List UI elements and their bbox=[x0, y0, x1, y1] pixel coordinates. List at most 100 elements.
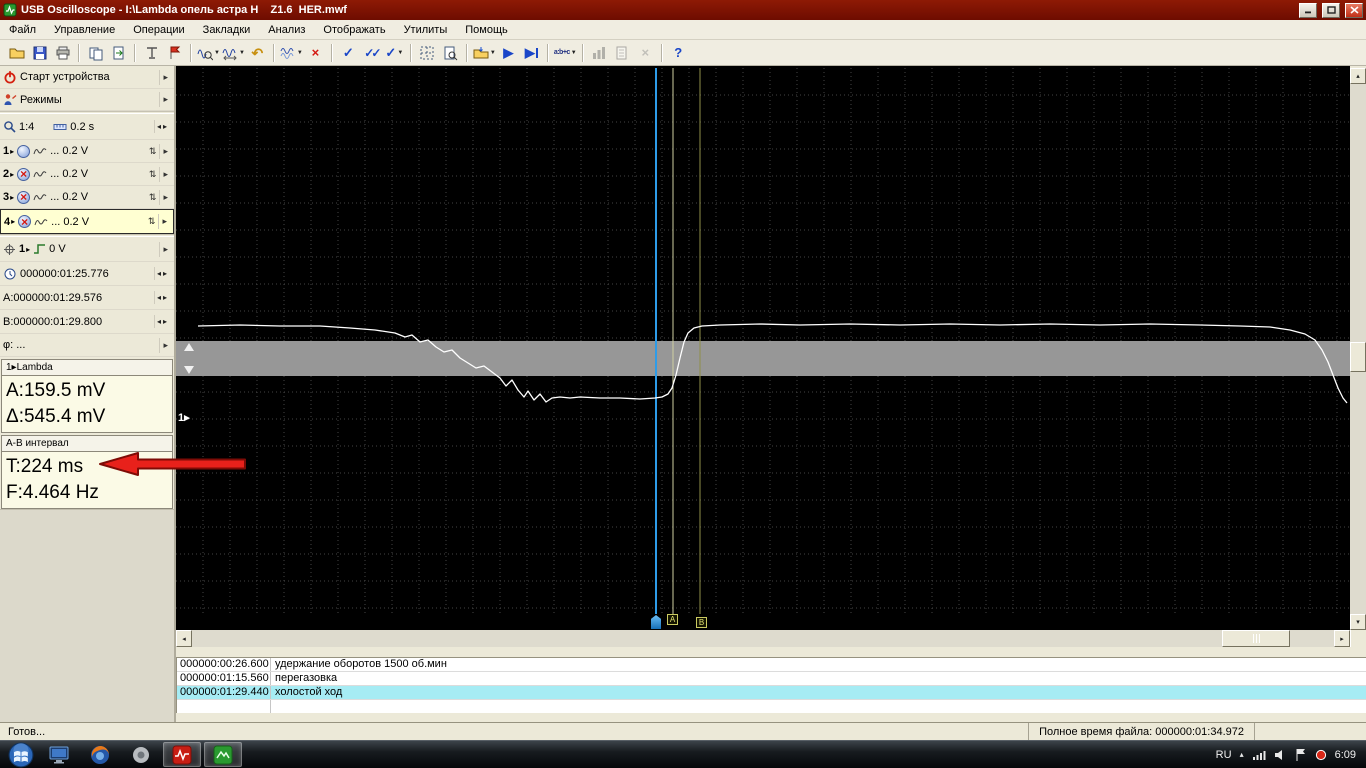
dropdown-icon[interactable]: ▼ bbox=[297, 50, 303, 56]
taskbar-clock[interactable]: 6:09 bbox=[1335, 749, 1356, 761]
channel-ground-marker[interactable]: 1▸ bbox=[178, 411, 190, 424]
title-bar[interactable]: USB Oscilloscope - I:\Lambda опель астра… bbox=[0, 0, 1366, 20]
export-button[interactable] bbox=[107, 42, 130, 64]
maximize-button[interactable] bbox=[1322, 3, 1340, 18]
dropdown-icon[interactable]: ▼ bbox=[397, 50, 403, 56]
preview-button[interactable] bbox=[439, 42, 462, 64]
dropdown-icon[interactable]: ▼ bbox=[239, 50, 245, 56]
trigger-level[interactable]: 0 V bbox=[49, 243, 66, 255]
load-fragment-button[interactable]: ▼ bbox=[472, 42, 497, 64]
start-device-button[interactable]: Старт устройства ▸ bbox=[0, 66, 174, 89]
submenu-arrow-icon[interactable]: ▸ bbox=[159, 70, 171, 85]
zoom-signal-button[interactable]: ▼ bbox=[196, 42, 221, 64]
cursor-a-marker[interactable]: A bbox=[667, 614, 678, 625]
menu-utilities[interactable]: Утилиты bbox=[395, 22, 457, 38]
cursor-b-row[interactable]: B:000000:01:29.800 ◂▸ bbox=[0, 310, 174, 334]
vertical-scrollbar[interactable]: ▴ ▾ bbox=[1350, 68, 1366, 630]
submenu-arrow-icon[interactable]: ▸ bbox=[159, 92, 171, 107]
start-button[interactable] bbox=[5, 742, 37, 768]
close-button[interactable] bbox=[1345, 3, 1363, 18]
dropdown-icon[interactable]: ▼ bbox=[214, 50, 220, 56]
channel-2-row[interactable]: 2▸ × ... 0.2 V ⇅ ▸ bbox=[0, 163, 174, 186]
bookmark-row-selected[interactable]: 000000:01:29.440 холостой ход bbox=[177, 686, 1366, 700]
play-to-end-button[interactable]: ▶ bbox=[520, 42, 543, 64]
channel-disabled-icon[interactable]: × bbox=[18, 215, 31, 228]
bookmark-flag-button[interactable] bbox=[163, 42, 186, 64]
timebase-value[interactable]: 0.2 s bbox=[70, 121, 94, 133]
language-indicator[interactable]: RU bbox=[1216, 749, 1232, 761]
dropdown-icon[interactable]: ▼ bbox=[571, 50, 577, 56]
main-cursor-marker[interactable] bbox=[651, 615, 661, 629]
horizontal-scroll-thumb[interactable] bbox=[1222, 630, 1290, 647]
taskbar-browser-icon[interactable] bbox=[81, 742, 119, 767]
scale-signal-button[interactable]: ▼ bbox=[221, 42, 246, 64]
formula-button[interactable]: a:b+c▼ bbox=[553, 42, 578, 64]
measure-probe-button[interactable] bbox=[140, 42, 163, 64]
channel-settings[interactable]: ... 0.2 V bbox=[50, 191, 88, 203]
tray-expand-icon[interactable]: ▴ bbox=[1240, 750, 1244, 759]
cursor-a-row[interactable]: A:000000:01:29.576 ◂▸ bbox=[0, 286, 174, 310]
scroll-down-button[interactable]: ▾ bbox=[1350, 614, 1366, 630]
taskbar-mwf-file-icon[interactable] bbox=[204, 742, 242, 767]
expand-arrow-icon[interactable]: ▸ bbox=[159, 167, 171, 182]
modes-button[interactable]: Режимы ▸ bbox=[0, 89, 174, 111]
bookmark-row[interactable]: 000000:01:15.560 перегазовка bbox=[177, 672, 1366, 686]
stepper-icon[interactable]: ⇅ bbox=[149, 169, 157, 180]
spinner-icon[interactable]: ◂▸ bbox=[154, 315, 171, 328]
channel-1-row[interactable]: 1▸ ... 0.2 V ⇅ ▸ bbox=[0, 140, 174, 163]
menu-display[interactable]: Отображать bbox=[314, 22, 394, 38]
taskbar-settings-icon[interactable] bbox=[122, 742, 160, 767]
channel-disabled-icon[interactable]: × bbox=[17, 168, 30, 181]
open-file-button[interactable] bbox=[5, 42, 28, 64]
scroll-left-button[interactable]: ◂ bbox=[176, 630, 192, 647]
undo-button[interactable]: ↶ bbox=[246, 42, 269, 64]
menu-file[interactable]: Файл bbox=[0, 22, 45, 38]
scroll-up-button[interactable]: ▴ bbox=[1350, 68, 1366, 84]
print-button[interactable] bbox=[51, 42, 74, 64]
cursor-b-marker[interactable]: B bbox=[696, 617, 707, 628]
menu-analysis[interactable]: Анализ bbox=[259, 22, 314, 38]
trigger-row[interactable]: 1▸ 0 V ▸ bbox=[0, 237, 174, 262]
menu-operations[interactable]: Операции bbox=[124, 22, 193, 38]
submenu-arrow-icon[interactable]: ▸ bbox=[159, 242, 171, 257]
accept-step-button[interactable]: ✓▼ bbox=[383, 42, 406, 64]
accept-all-button[interactable]: ✓✓ bbox=[360, 42, 383, 64]
vertical-scroll-thumb[interactable] bbox=[1350, 342, 1366, 372]
cursor-b-time[interactable]: B:000000:01:29.800 bbox=[3, 316, 102, 328]
channel-4-row-selected[interactable]: 4▸ × ... 0.2 V ⇅ ▸ bbox=[0, 209, 174, 234]
submenu-arrow-icon[interactable]: ▸ bbox=[159, 338, 171, 353]
grid-button[interactable] bbox=[416, 42, 439, 64]
taskbar-computer-icon[interactable] bbox=[40, 742, 78, 767]
network-icon[interactable] bbox=[1252, 749, 1266, 761]
cursor-marker-strip[interactable]: A B bbox=[176, 614, 1350, 630]
expand-arrow-icon[interactable]: ▸ bbox=[159, 144, 171, 159]
help-button[interactable]: ? bbox=[667, 42, 690, 64]
spinner-icon[interactable]: ◂▸ bbox=[154, 291, 171, 304]
spinner-icon[interactable]: ◂▸ bbox=[154, 120, 171, 133]
menu-help[interactable]: Помощь bbox=[456, 22, 517, 38]
phase-row[interactable]: φ: ... ▸ bbox=[0, 334, 174, 357]
play-button[interactable]: ▶ bbox=[497, 42, 520, 64]
channel-settings[interactable]: ... 0.2 V bbox=[50, 145, 88, 157]
channel-settings[interactable]: ... 0.2 V bbox=[50, 168, 88, 180]
stepper-icon[interactable]: ⇅ bbox=[149, 146, 157, 157]
stepper-icon[interactable]: ⇅ bbox=[149, 192, 157, 203]
oscilloscope-tray-icon[interactable] bbox=[1315, 749, 1327, 761]
channel-disabled-icon[interactable]: × bbox=[17, 191, 30, 204]
spinner-icon[interactable]: ◂▸ bbox=[154, 267, 171, 280]
taskbar[interactable]: RU ▴ 6:09 bbox=[0, 740, 1366, 768]
time-position-row[interactable]: 000000:01:25.776 ◂▸ bbox=[0, 262, 174, 286]
expand-arrow-icon[interactable]: ▸ bbox=[158, 214, 170, 229]
channel-3-row[interactable]: 3▸ × ... 0.2 V ⇅ ▸ bbox=[0, 186, 174, 209]
minimize-button[interactable] bbox=[1299, 3, 1317, 18]
taskbar-oscilloscope-icon[interactable] bbox=[163, 742, 201, 767]
horizontal-scrollbar[interactable]: ◂ ▸ bbox=[176, 630, 1350, 647]
scale-row[interactable]: 1:4 0.2 s ◂▸ bbox=[0, 114, 174, 140]
dropdown-icon[interactable]: ▼ bbox=[490, 50, 496, 56]
overlay-frames-button[interactable]: ▼ bbox=[279, 42, 304, 64]
zoom-ratio[interactable]: 1:4 bbox=[19, 121, 34, 133]
channel-enabled-icon[interactable] bbox=[17, 145, 30, 158]
save-button[interactable] bbox=[28, 42, 51, 64]
stepper-icon[interactable]: ⇅ bbox=[148, 216, 156, 227]
oscilloscope-plot[interactable]: 1▸ bbox=[176, 68, 1350, 614]
